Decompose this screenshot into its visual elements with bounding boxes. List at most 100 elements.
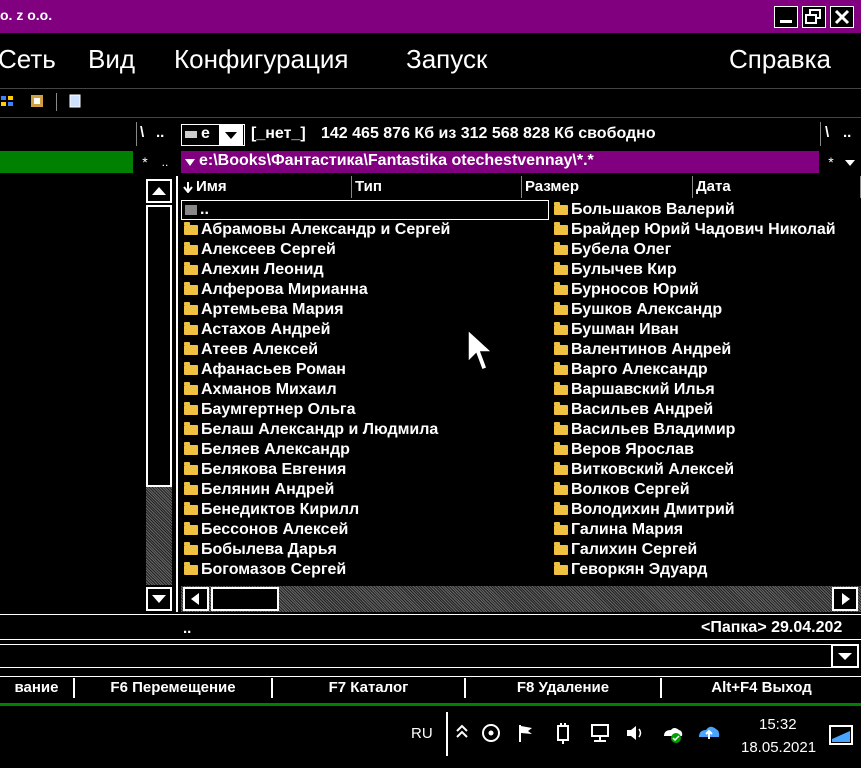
list-item[interactable]: Булычев Кир	[551, 260, 861, 280]
left-scroll-thumb[interactable]	[146, 205, 172, 487]
f7-mkdir-button[interactable]: F7 Каталог	[273, 678, 466, 698]
list-item[interactable]: Бушков Александр	[551, 300, 861, 320]
file-name: Бессонов Алексей	[201, 521, 349, 538]
multi-rename-icon[interactable]	[0, 94, 14, 108]
list-item[interactable]: Большаков Валерий	[551, 200, 861, 220]
language-indicator[interactable]: RU	[411, 725, 433, 742]
h-scroll-left-button[interactable]	[183, 587, 209, 611]
left-path-bar[interactable]	[0, 151, 133, 173]
list-item[interactable]: Артемьева Мария	[181, 300, 551, 320]
left-scroll-track[interactable]	[146, 487, 172, 585]
notepad-icon[interactable]	[68, 94, 82, 108]
list-item[interactable]: Белаш Александр и Людмила	[181, 420, 551, 440]
command-line-input[interactable]	[0, 644, 831, 668]
speaker-icon[interactable]	[624, 722, 644, 744]
maximize-button[interactable]	[802, 6, 826, 28]
list-item[interactable]: Валентинов Андрей	[551, 340, 861, 360]
list-item[interactable]: Бенедиктов Кирилл	[181, 500, 551, 520]
list-item[interactable]: Галина Мария	[551, 520, 861, 540]
list-item[interactable]: Абрамовы Александр и Сергей	[181, 220, 551, 240]
list-item[interactable]: Бобылева Дарья	[181, 540, 551, 560]
f6-move-button[interactable]: F6 Перемещение	[75, 678, 273, 698]
h-scroll-right-button[interactable]	[832, 587, 858, 611]
altf4-exit-button[interactable]: Alt+F4 Выход	[662, 678, 861, 698]
column-name[interactable]: Имя	[181, 176, 352, 198]
list-item[interactable]: Беляев Александр	[181, 440, 551, 460]
file-name: Ахманов Михаил	[201, 381, 337, 398]
power-icon[interactable]	[553, 722, 573, 744]
menu-net[interactable]: Сеть	[0, 44, 56, 75]
left-file-list[interactable]	[0, 176, 144, 612]
path-history-icon[interactable]	[184, 157, 196, 167]
f5-copy-button[interactable]: вание	[0, 678, 75, 698]
file-name: Артемьева Мария	[201, 301, 344, 318]
list-item[interactable]: Белякова Евгения	[181, 460, 551, 480]
list-item[interactable]: Бурносов Юрий	[551, 280, 861, 300]
list-item[interactable]: Геворкян Эдуард	[551, 560, 861, 580]
column-size[interactable]: Размер	[522, 176, 693, 198]
folder-icon	[554, 562, 568, 575]
right-root-button[interactable]: \	[825, 124, 829, 141]
clock-date[interactable]: 18.05.2021	[741, 739, 816, 756]
list-item[interactable]: Васильев Андрей	[551, 400, 861, 420]
list-item[interactable]: Баумгертнер Ольга	[181, 400, 551, 420]
h-scroll-track[interactable]	[181, 586, 861, 612]
h-scroll-thumb[interactable]	[211, 587, 279, 611]
menu-run[interactable]: Запуск	[406, 44, 487, 75]
left-root-button[interactable]: \	[140, 124, 144, 141]
taskbar-divider	[446, 712, 448, 756]
file-list-column-2[interactable]: Большаков Валерий Брайдер Юрий Чадович Ни…	[551, 200, 861, 580]
file-list-column-1[interactable]: .. Абрамовы Александр и Сергей Алексеев Се…	[181, 200, 551, 580]
right-star-button[interactable]: *	[822, 152, 840, 172]
chevron-down-icon	[225, 132, 237, 139]
list-item[interactable]: Бубела Олег	[551, 240, 861, 260]
list-item[interactable]: Веров Ярослав	[551, 440, 861, 460]
list-item[interactable]: Волков Сергей	[551, 480, 861, 500]
clock-time[interactable]: 15:32	[759, 716, 797, 733]
minimize-button[interactable]	[774, 6, 798, 28]
left-up-button[interactable]: ..	[156, 124, 164, 141]
network-icon[interactable]	[589, 722, 609, 744]
list-item[interactable]: Алексеев Сергей	[181, 240, 551, 260]
list-item[interactable]: Варшавский Илья	[551, 380, 861, 400]
chevron-up-icon[interactable]	[452, 722, 472, 744]
list-item[interactable]: Васильев Владимир	[551, 420, 861, 440]
drive-dropdown-button[interactable]	[219, 125, 243, 145]
list-item[interactable]: Бессонов Алексей	[181, 520, 551, 540]
column-type[interactable]: Тип	[352, 176, 522, 198]
list-item[interactable]: Володихин Дмитрий	[551, 500, 861, 520]
menu-help[interactable]: Справка	[729, 44, 831, 75]
flag-icon[interactable]	[516, 722, 536, 744]
command-history-button[interactable]	[831, 644, 859, 668]
left-history-button[interactable]: ..	[156, 152, 174, 172]
sync-dirs-icon[interactable]	[30, 94, 44, 108]
list-item[interactable]: Богомазов Сергей	[181, 560, 551, 580]
panel-splitter[interactable]	[176, 176, 178, 612]
list-item[interactable]: Алферова Мирианна	[181, 280, 551, 300]
cloud-upload-icon[interactable]	[697, 722, 720, 744]
file-name: Астахов Андрей	[201, 321, 331, 338]
path-dropdown-button[interactable]	[841, 152, 859, 172]
close-button[interactable]	[830, 6, 854, 28]
list-item[interactable]: Галихин Сергей	[551, 540, 861, 560]
status-right: <Папка> 29.04.202	[701, 619, 843, 636]
list-item[interactable]: Ахманов Михаил	[181, 380, 551, 400]
left-scroll-up-button[interactable]	[146, 179, 172, 203]
onedrive-sync-icon[interactable]	[661, 722, 683, 744]
right-up-button[interactable]: ..	[843, 124, 851, 141]
info-icon[interactable]	[481, 722, 501, 744]
list-item[interactable]: ..	[181, 200, 549, 220]
list-item[interactable]: Брайдер Юрий Чадович Николай	[551, 220, 861, 240]
notification-icon[interactable]	[829, 725, 853, 745]
left-star-button[interactable]: *	[136, 152, 154, 172]
list-item[interactable]: Бушман Иван	[551, 320, 861, 340]
list-item[interactable]: Белянин Андрей	[181, 480, 551, 500]
menu-configuration[interactable]: Конфигурация	[174, 44, 348, 75]
list-item[interactable]: Витковский Алексей	[551, 460, 861, 480]
left-scroll-down-button[interactable]	[146, 587, 172, 611]
menu-view[interactable]: Вид	[88, 44, 135, 75]
list-item[interactable]: Варго Александр	[551, 360, 861, 380]
column-date[interactable]: Дата	[693, 176, 861, 198]
f8-delete-button[interactable]: F8 Удаление	[466, 678, 662, 698]
list-item[interactable]: Алехин Леонид	[181, 260, 551, 280]
